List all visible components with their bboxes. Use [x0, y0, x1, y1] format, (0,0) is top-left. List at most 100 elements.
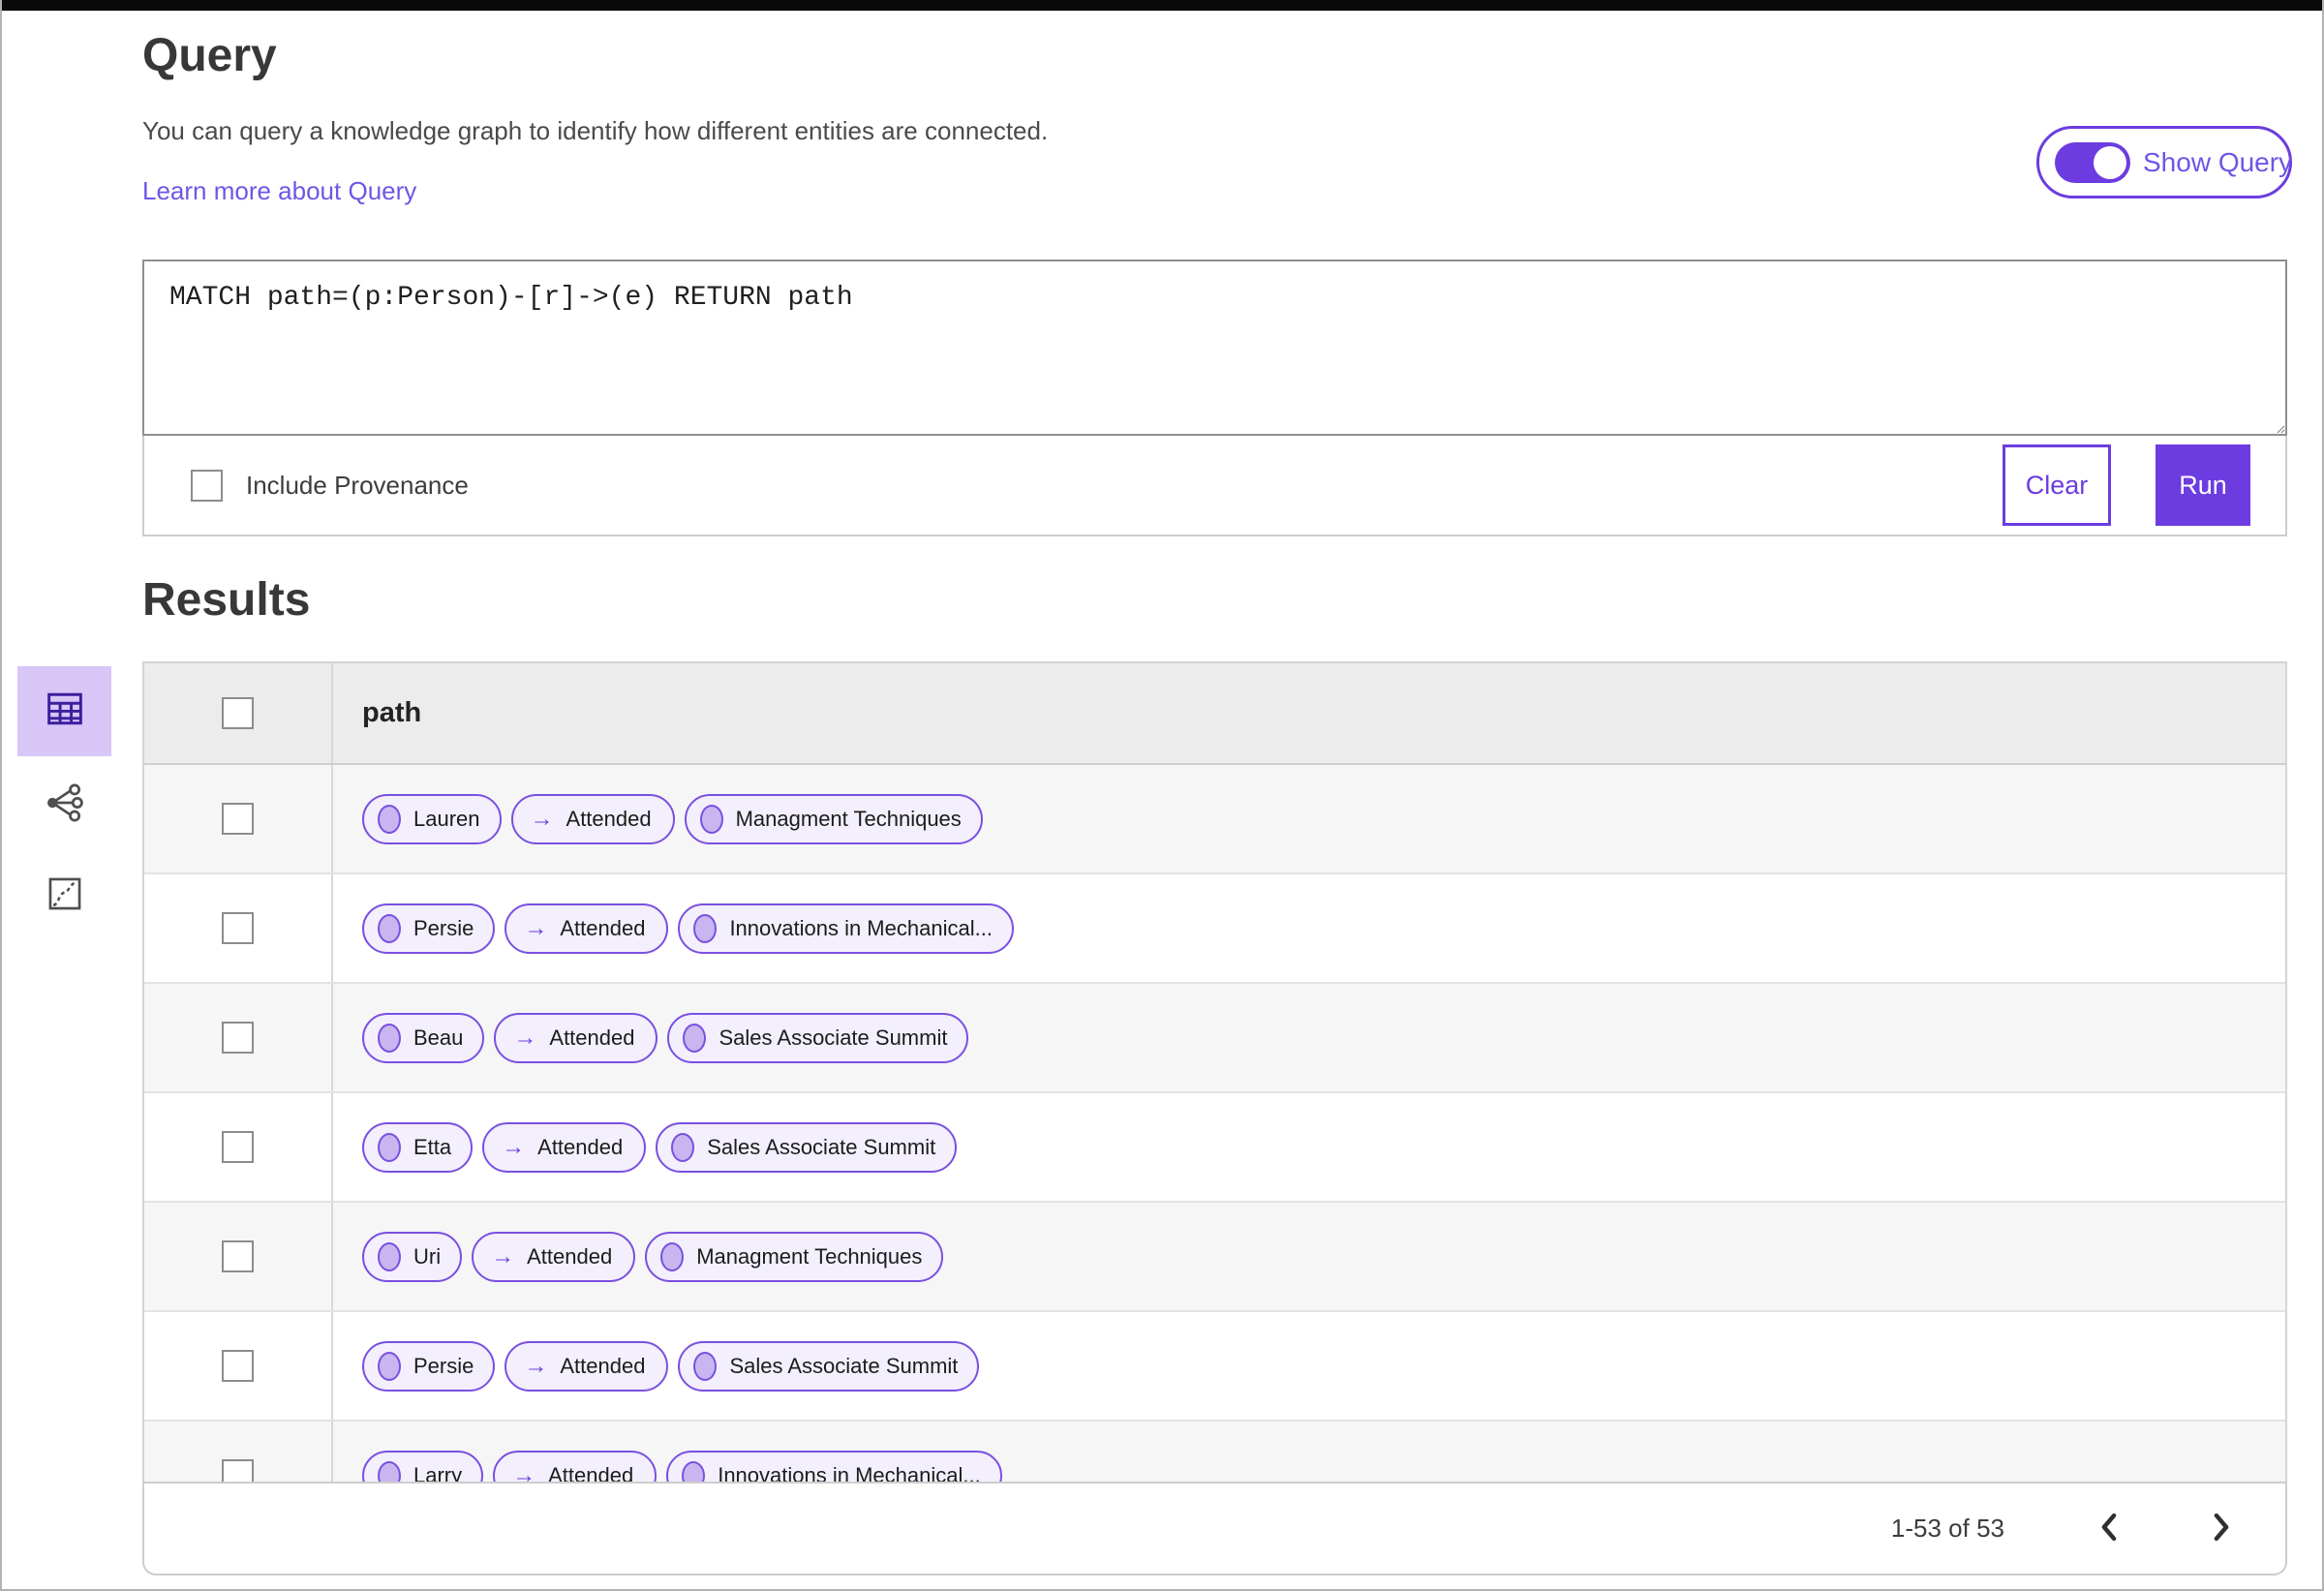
select-all-checkbox[interactable]	[222, 697, 254, 729]
table-row: Larry → Attended Innovations in Mechanica…	[144, 1422, 2285, 1482]
chip-label: Attended	[537, 1134, 624, 1159]
node-circle-icon	[378, 804, 401, 834]
row-checkbox[interactable]	[222, 1240, 254, 1272]
chip-label: Uri	[413, 1243, 442, 1269]
chip-label: Attended	[566, 806, 652, 831]
next-page-button[interactable]	[2200, 1508, 2243, 1550]
relation-chip[interactable]: → Attended	[472, 1231, 636, 1282]
path-cell: Uri → Attended Managment Techniques	[333, 1203, 2285, 1310]
show-query-label: Show Query	[2143, 146, 2293, 177]
table-row: Lauren → Attended Managment Techniques	[144, 765, 2285, 874]
target-node-chip[interactable]: Sales Associate Summit	[678, 1340, 980, 1392]
relation-chip[interactable]: → Attended	[494, 1012, 658, 1063]
node-circle-icon	[378, 913, 401, 943]
node-circle-icon	[683, 1023, 707, 1053]
source-node-chip[interactable]: Beau	[362, 1012, 485, 1063]
line-chart-icon	[46, 875, 83, 917]
query-section-title: Query	[142, 30, 277, 81]
relation-chip[interactable]: → Attended	[510, 793, 675, 844]
row-checkbox[interactable]	[222, 1022, 254, 1054]
table-header-row: path	[144, 663, 2285, 765]
include-provenance-checkbox[interactable]	[191, 469, 223, 502]
chart-view-button[interactable]	[17, 864, 111, 928]
results-table: path Lauren → Attended Managment Techniqu…	[142, 661, 2287, 1482]
path-cell: Lauren → Attended Managment Techniques	[333, 765, 2285, 872]
query-page: Query You can query a knowledge graph to…	[0, 0, 2324, 1591]
relation-chip[interactable]: → Attended	[505, 903, 669, 954]
path-cell: Persie → Attended Sales Associate Summit	[333, 1312, 2285, 1420]
chip-label: Attended	[548, 1462, 634, 1483]
path-cell: Beau → Attended Sales Associate Summit	[333, 984, 2285, 1091]
path-cell: Etta → Attended Sales Associate Summit	[333, 1093, 2285, 1201]
source-node-chip[interactable]: Persie	[362, 1340, 496, 1392]
chevron-left-icon	[2096, 1511, 2122, 1546]
node-circle-icon	[378, 1023, 401, 1053]
row-checkbox[interactable]	[222, 1131, 254, 1163]
top-bar	[2, 0, 2322, 11]
source-node-chip[interactable]: Lauren	[362, 793, 502, 844]
target-node-chip[interactable]: Innovations in Mechanical...	[666, 1450, 1002, 1483]
row-checkbox[interactable]	[222, 912, 254, 944]
chip-label: Managment Techniques	[696, 1243, 923, 1269]
pagination-bar: 1-53 of 53	[142, 1482, 2287, 1576]
prev-page-button[interactable]	[2088, 1508, 2130, 1550]
query-description: You can query a knowledge graph to ident…	[142, 116, 1049, 145]
table-view-button[interactable]	[17, 666, 111, 756]
node-circle-icon	[671, 1132, 695, 1162]
arrow-right-icon: →	[530, 805, 554, 832]
arrow-right-icon: →	[524, 1352, 548, 1379]
row-checkbox[interactable]	[222, 803, 254, 835]
source-node-chip[interactable]: Larry	[362, 1450, 484, 1483]
chip-label: Sales Associate Summit	[719, 1025, 948, 1050]
chip-label: Attended	[549, 1025, 635, 1050]
arrow-right-icon: →	[502, 1133, 526, 1160]
chip-label: Innovations in Mechanical...	[729, 915, 993, 940]
node-circle-icon	[660, 1241, 685, 1271]
chip-label: Persie	[413, 1353, 474, 1378]
target-node-chip[interactable]: Managment Techniques	[684, 793, 983, 844]
path-column-header: path	[362, 697, 422, 728]
node-circle-icon	[682, 1460, 706, 1482]
show-query-toggle[interactable]: Show Query	[2036, 126, 2292, 199]
network-graph-icon	[44, 781, 86, 829]
source-node-chip[interactable]: Persie	[362, 903, 496, 954]
node-circle-icon	[378, 1460, 401, 1482]
table-row: Persie → Attended Sales Associate Summit	[144, 1312, 2285, 1422]
row-checkbox[interactable]	[222, 1350, 254, 1382]
path-header-cell: path	[333, 663, 2285, 763]
chip-label: Innovations in Mechanical...	[718, 1462, 981, 1483]
run-button[interactable]: Run	[2156, 444, 2250, 526]
learn-more-link[interactable]: Learn more about Query	[142, 176, 416, 206]
chevron-right-icon	[2209, 1511, 2234, 1546]
arrow-right-icon: →	[513, 1024, 537, 1051]
chip-label: Persie	[413, 915, 474, 940]
target-node-chip[interactable]: Sales Associate Summit	[667, 1012, 969, 1063]
chip-label: Larry	[413, 1462, 463, 1483]
chip-label: Beau	[413, 1025, 464, 1050]
query-editor-footer: Include Provenance Clear Run	[142, 436, 2287, 536]
node-circle-icon	[699, 804, 723, 834]
results-section-title: Results	[142, 574, 311, 626]
chip-label: Attended	[560, 915, 646, 940]
table-row: Beau → Attended Sales Associate Summit	[144, 984, 2285, 1093]
clear-button[interactable]: Clear	[2003, 444, 2111, 526]
node-circle-icon	[378, 1241, 401, 1271]
target-node-chip[interactable]: Sales Associate Summit	[656, 1121, 958, 1173]
query-code-input[interactable]: MATCH path=(p:Person)-[r]->(e) RETURN pa…	[142, 260, 2287, 436]
toggle-switch-icon	[2055, 141, 2130, 183]
path-cell: Persie → Attended Innovations in Mechanic…	[333, 874, 2285, 982]
node-circle-icon	[693, 1351, 718, 1381]
relation-chip[interactable]: → Attended	[493, 1450, 657, 1483]
chip-label: Sales Associate Summit	[729, 1353, 959, 1378]
arrow-right-icon: →	[524, 914, 548, 941]
source-node-chip[interactable]: Uri	[362, 1231, 463, 1282]
relation-chip[interactable]: → Attended	[482, 1121, 647, 1173]
chip-label: Managment Techniques	[735, 806, 962, 831]
target-node-chip[interactable]: Managment Techniques	[645, 1231, 944, 1282]
chip-label: Attended	[560, 1353, 646, 1378]
row-checkbox[interactable]	[222, 1459, 254, 1482]
relation-chip[interactable]: → Attended	[505, 1340, 669, 1392]
graph-view-button[interactable]	[17, 773, 111, 837]
source-node-chip[interactable]: Etta	[362, 1121, 474, 1173]
target-node-chip[interactable]: Innovations in Mechanical...	[678, 903, 1014, 954]
